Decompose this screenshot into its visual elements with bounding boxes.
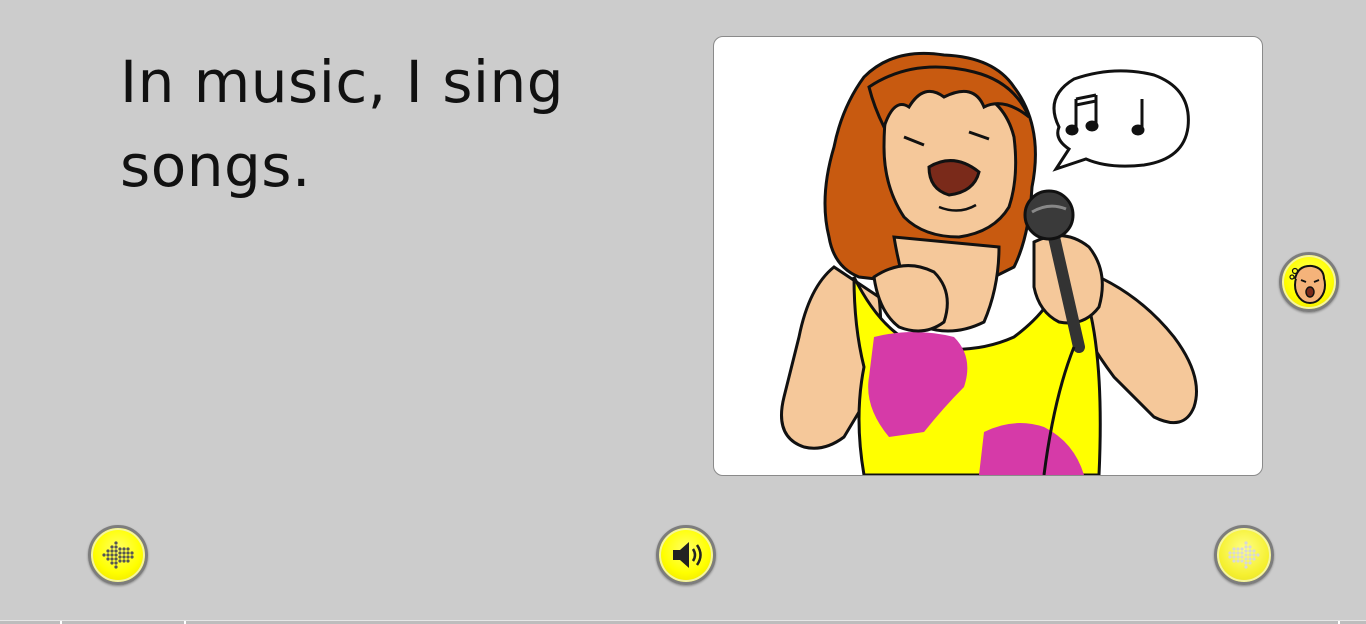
speak-face-button[interactable] [1279, 252, 1339, 312]
back-button[interactable] [88, 525, 148, 585]
picture-frame [713, 36, 1263, 476]
singer-illustration [780, 51, 1198, 475]
bottom-divider [0, 620, 1366, 624]
next-button[interactable] [1214, 525, 1274, 585]
speech-bubble [1052, 69, 1190, 172]
speaker-icon [673, 542, 702, 568]
page-sentence: In music, I sing songs. [120, 48, 565, 200]
right-arrow-icon [1228, 541, 1260, 569]
left-arrow-icon [102, 541, 134, 569]
singing-face-icon [1289, 264, 1326, 304]
sound-button[interactable] [656, 525, 716, 585]
